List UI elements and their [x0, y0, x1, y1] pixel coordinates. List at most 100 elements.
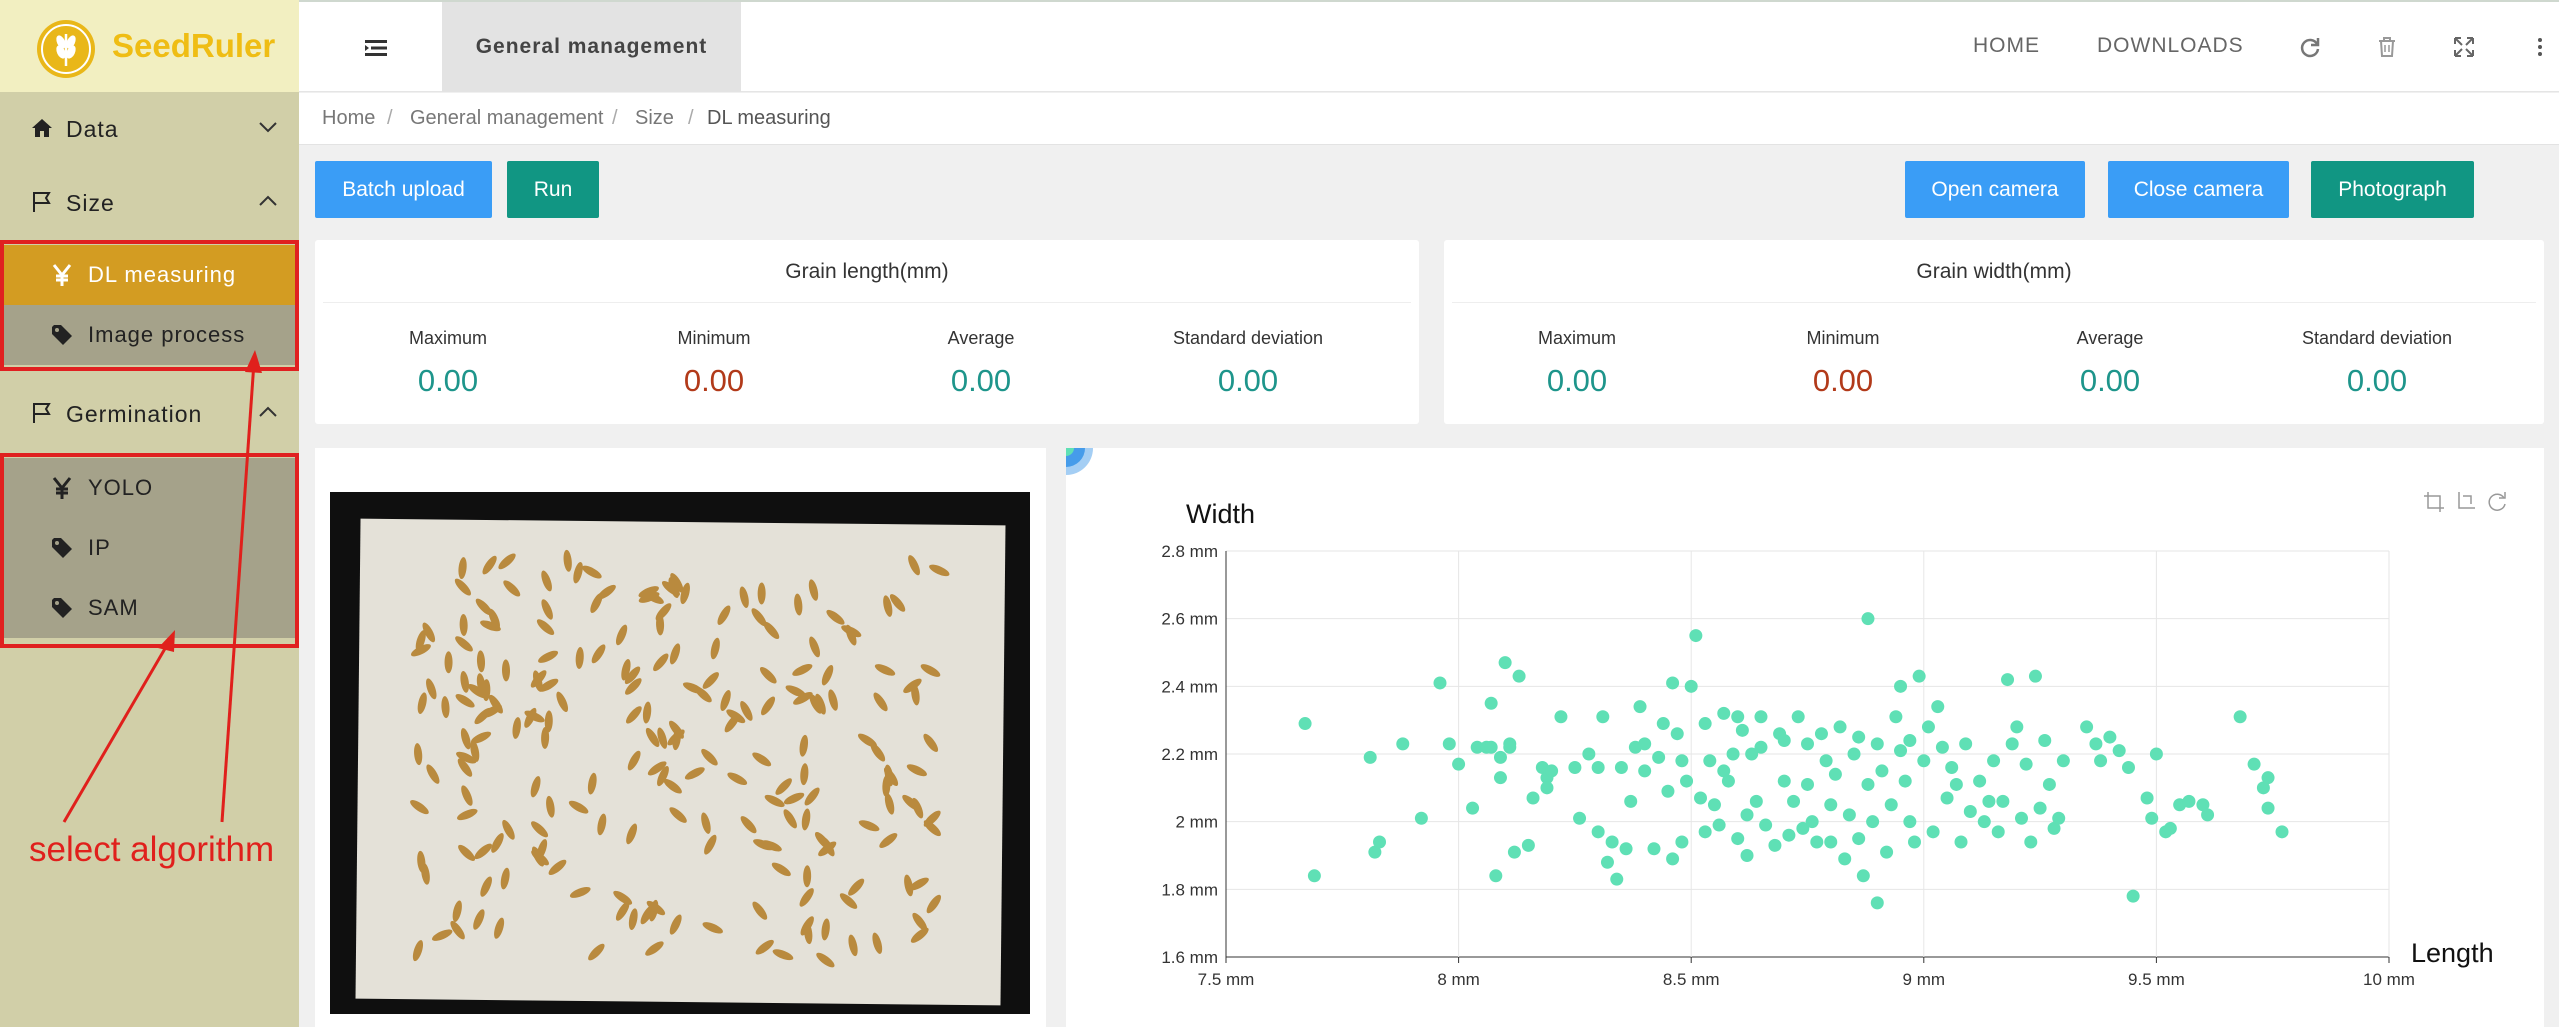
scatter-point[interactable] [1526, 791, 1540, 805]
scatter-point[interactable] [1638, 764, 1652, 778]
scatter-point[interactable] [1801, 777, 1814, 791]
scatter-point[interactable] [1670, 727, 1684, 741]
scatter-point[interactable] [1652, 750, 1666, 764]
scatter-point[interactable] [1726, 747, 1740, 761]
scatter-point[interactable] [1582, 747, 1596, 761]
scatter-point[interactable] [1805, 815, 1819, 829]
scatter-point[interactable] [1307, 869, 1321, 883]
scatter-point[interactable] [1624, 794, 1638, 808]
scatter-point[interactable] [2052, 811, 2066, 825]
nav-home-link[interactable]: HOME [1973, 34, 2040, 58]
scatter-point[interactable] [1754, 710, 1768, 724]
scatter-point[interactable] [1568, 761, 1582, 775]
scatter-point[interactable] [2112, 744, 2126, 758]
scatter-point[interactable] [2038, 733, 2052, 747]
fullscreen-icon[interactable] [2452, 35, 2476, 59]
scatter-point[interactable] [1610, 872, 1624, 886]
scatter-point[interactable] [1973, 774, 1987, 788]
scatter-point[interactable] [1656, 717, 1670, 731]
scatter-point[interactable] [2201, 808, 2215, 822]
scatter-point[interactable] [1554, 710, 1568, 724]
refresh-icon[interactable] [2298, 35, 2322, 59]
scatter-point[interactable] [1894, 679, 1908, 693]
scatter-point[interactable] [1707, 798, 1721, 812]
scatter-point[interactable] [1442, 737, 1456, 751]
scatter-point[interactable] [1768, 838, 1782, 852]
scatter-point[interactable] [1931, 700, 1945, 714]
more-vertical-icon[interactable] [2528, 35, 2552, 59]
scatter-point[interactable] [2019, 757, 2033, 771]
scatter-point[interactable] [2080, 720, 2094, 734]
scatter-point[interactable] [1833, 720, 1847, 734]
scatter-point[interactable] [1498, 656, 1512, 670]
scatter-point[interactable] [2094, 754, 2108, 768]
scatter-point[interactable] [1591, 761, 1605, 775]
scatter-point[interactable] [1466, 801, 1480, 815]
scatter-point[interactable] [1926, 825, 1940, 839]
scatter-point[interactable] [1717, 706, 1731, 720]
scatter-point[interactable] [1828, 767, 1842, 781]
scatter-point[interactable] [1777, 774, 1791, 788]
scatter-point[interactable] [2103, 730, 2117, 744]
scatter-point[interactable] [1614, 761, 1628, 775]
scatter-point[interactable] [1982, 794, 1996, 808]
scatter-point[interactable] [1540, 781, 1554, 795]
scatter-point[interactable] [1694, 791, 1708, 805]
scatter-point[interactable] [1740, 808, 1754, 822]
breadcrumb-general-management[interactable]: General management [410, 107, 603, 130]
scatter-point[interactable] [2056, 754, 2070, 768]
scatter-point[interactable] [1866, 815, 1880, 829]
scatter-point[interactable] [1484, 696, 1498, 710]
scatter-point[interactable] [1489, 869, 1503, 883]
scatter-point[interactable] [1689, 629, 1703, 643]
scatter-point[interactable] [1884, 798, 1898, 812]
scatter-point[interactable] [1507, 845, 1521, 859]
scatter-point[interactable] [1898, 774, 1912, 788]
scatter-point[interactable] [1484, 740, 1498, 754]
scatter-point[interactable] [1703, 754, 1717, 768]
open-camera-button[interactable]: Open camera [1905, 161, 2085, 218]
scatter-point[interactable] [1889, 710, 1903, 724]
close-camera-button[interactable]: Close camera [2108, 161, 2289, 218]
scatter-point[interactable] [1987, 754, 2001, 768]
scatter-point[interactable] [1824, 835, 1838, 849]
breadcrumb-size[interactable]: Size [635, 107, 674, 130]
scatter-point[interactable] [1396, 737, 1410, 751]
scatter-point[interactable] [1917, 754, 1931, 768]
scatter-point[interactable] [1791, 710, 1805, 724]
scatter-point[interactable] [2001, 673, 2015, 687]
restore-icon[interactable] [2488, 492, 2506, 511]
scatter-point[interactable] [1801, 737, 1814, 751]
scatter-point[interactable] [1959, 737, 1973, 751]
scatter-point[interactable] [2121, 761, 2135, 775]
scatter-point[interactable] [2126, 889, 2140, 903]
scatter-point[interactable] [1712, 818, 1726, 832]
scatter-point[interactable] [1721, 774, 1735, 788]
scatter-point[interactable] [2010, 720, 2024, 734]
scatter-point[interactable] [2005, 737, 2019, 751]
scatter-point[interactable] [2149, 747, 2163, 761]
scatter-point[interactable] [1759, 818, 1773, 832]
scatter-point[interactable] [1666, 852, 1680, 866]
scatter-point[interactable] [1373, 835, 1387, 849]
zoom-reset-icon[interactable] [2458, 492, 2475, 509]
scatter-point[interactable] [1819, 754, 1833, 768]
scatter-point[interactable] [2089, 737, 2103, 751]
scatter-point[interactable] [1838, 852, 1852, 866]
scatter-point[interactable] [1856, 869, 1870, 883]
scatter-point[interactable] [2182, 794, 2196, 808]
scatter-point[interactable] [1521, 838, 1535, 852]
scatter-point[interactable] [1735, 723, 1749, 737]
scatter-point[interactable] [1945, 761, 1959, 775]
scatter-point[interactable] [1991, 825, 2005, 839]
scatter-point[interactable] [1433, 676, 1447, 690]
scatter-point[interactable] [1754, 740, 1768, 754]
scatter-point[interactable] [1605, 835, 1619, 849]
scatter-point[interactable] [2024, 835, 2038, 849]
scatter-point[interactable] [1749, 794, 1763, 808]
scatter-point[interactable] [1698, 717, 1712, 731]
scatter-point[interactable] [2145, 811, 2159, 825]
scatter-point[interactable] [1814, 727, 1828, 741]
scatter-point[interactable] [1963, 805, 1977, 819]
scatter-point[interactable] [1903, 733, 1917, 747]
